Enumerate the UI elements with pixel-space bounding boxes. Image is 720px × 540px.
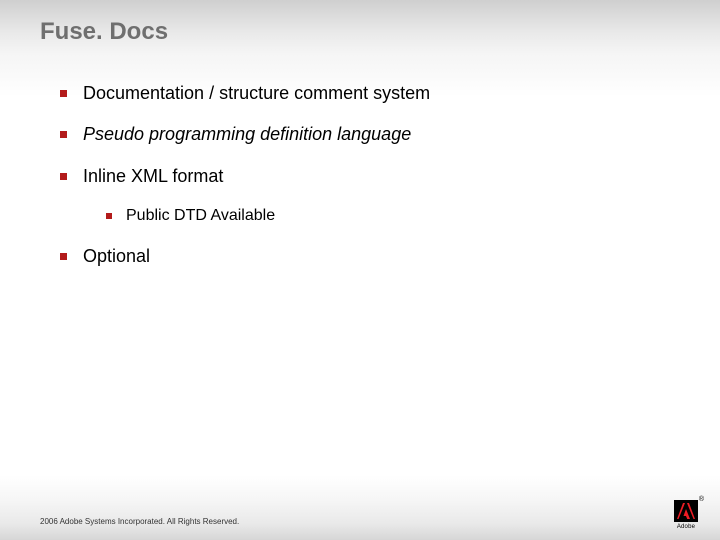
content-area: Documentation / structure comment system…: [60, 82, 680, 286]
list-item-text: Optional: [83, 245, 150, 268]
list-item: Inline XML format: [60, 165, 680, 188]
list-item: Documentation / structure comment system: [60, 82, 680, 105]
bullet-icon: [60, 90, 67, 97]
registered-mark: ®: [699, 496, 704, 503]
list-subitem: Public DTD Available: [106, 206, 680, 227]
bullet-icon: [60, 253, 67, 260]
list-subitem-text: Public DTD Available: [126, 206, 275, 227]
bullet-icon: [60, 173, 67, 180]
list-item-text: Pseudo programming definition language: [83, 123, 411, 146]
copyright-text: 2006 Adobe Systems Incorporated. All Rig…: [40, 517, 239, 526]
adobe-logo-icon: [674, 500, 698, 522]
list-item: Pseudo programming definition language: [60, 123, 680, 146]
bullet-icon: [106, 213, 112, 219]
bullet-icon: [60, 131, 67, 138]
list-item: Optional: [60, 245, 680, 268]
list-item-text: Inline XML format: [83, 165, 223, 188]
slide-title: Fuse. Docs: [40, 18, 168, 46]
list-item-text: Documentation / structure comment system: [83, 82, 430, 105]
adobe-logo-label: Adobe: [674, 524, 698, 530]
adobe-logo: ® Adobe: [674, 500, 698, 530]
